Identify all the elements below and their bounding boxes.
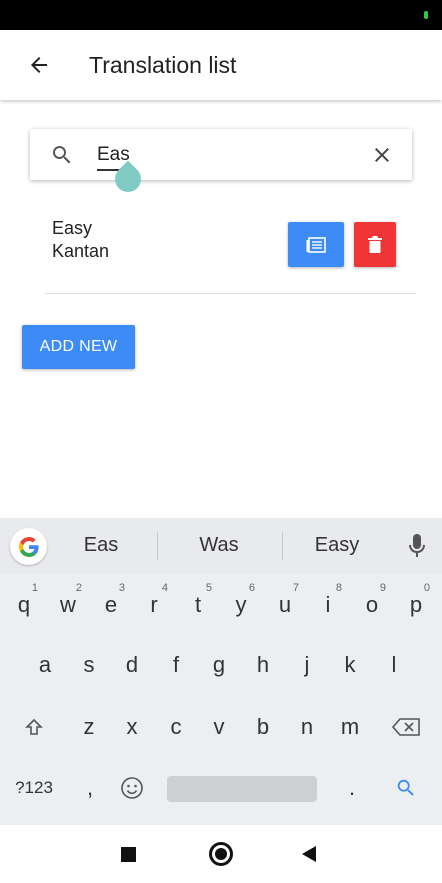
key-hint: 0 bbox=[423, 582, 430, 594]
item-source-text: Easy bbox=[52, 218, 93, 238]
key-g[interactable]: g bbox=[199, 640, 239, 690]
key-k[interactable]: k bbox=[330, 640, 370, 690]
key-i[interactable]: i8 bbox=[308, 580, 348, 630]
key-label: y bbox=[235, 592, 247, 617]
search-action-key[interactable] bbox=[386, 763, 426, 813]
key-x[interactable]: x bbox=[112, 702, 152, 752]
backspace-key[interactable] bbox=[386, 702, 426, 752]
page-title: Translation list bbox=[89, 52, 237, 78]
key-label: t bbox=[194, 592, 202, 617]
key-label: i bbox=[325, 592, 331, 617]
key-w[interactable]: w2 bbox=[48, 580, 88, 630]
key-label: e bbox=[104, 592, 118, 617]
edit-list-icon bbox=[306, 236, 326, 253]
suggestion-2[interactable]: Was bbox=[180, 534, 258, 557]
main-content: Easy Kantan ADD NEW bbox=[0, 100, 442, 518]
space-key[interactable] bbox=[167, 776, 317, 802]
home-button[interactable] bbox=[209, 842, 233, 866]
key-hint: 4 bbox=[161, 582, 168, 594]
key-hint: 2 bbox=[75, 582, 82, 594]
google-icon[interactable] bbox=[10, 528, 47, 565]
key-s[interactable]: s bbox=[69, 640, 109, 690]
key-row-2: a s d f g h j k l bbox=[0, 640, 442, 690]
key-h[interactable]: h bbox=[243, 640, 283, 690]
key-f[interactable]: f bbox=[156, 640, 196, 690]
soft-keyboard: Eas Was Easy q1 w2 e3 r4 t5 y6 u7 i8 o9 … bbox=[0, 518, 442, 825]
key-hint: 9 bbox=[379, 582, 386, 594]
key-label: u bbox=[278, 592, 292, 617]
trash-icon bbox=[368, 236, 382, 253]
emoji-key[interactable] bbox=[112, 763, 152, 813]
search-input[interactable] bbox=[97, 138, 357, 172]
key-hint: 1 bbox=[31, 582, 38, 594]
key-m[interactable]: m bbox=[330, 702, 370, 752]
edit-button[interactable] bbox=[288, 222, 344, 267]
key-e[interactable]: e3 bbox=[91, 580, 131, 630]
key-hint: 3 bbox=[118, 582, 125, 594]
search-bar bbox=[30, 129, 412, 198]
key-row-1: q1 w2 e3 r4 t5 y6 u7 i8 o9 p0 bbox=[0, 580, 442, 630]
emoji-icon bbox=[121, 777, 143, 799]
suggestion-3[interactable]: Easy bbox=[298, 534, 376, 557]
nav-back-button[interactable] bbox=[302, 846, 316, 862]
delete-button[interactable] bbox=[354, 222, 396, 267]
item-target-text: Kantan bbox=[52, 241, 110, 261]
google-g-icon bbox=[18, 536, 39, 557]
key-l[interactable]: l bbox=[374, 640, 414, 690]
key-r[interactable]: r4 bbox=[134, 580, 174, 630]
key-label: r bbox=[150, 592, 158, 617]
app-bar: Translation list bbox=[0, 30, 442, 100]
key-hint: 8 bbox=[335, 582, 342, 594]
backspace-icon bbox=[391, 718, 420, 736]
key-z[interactable]: z bbox=[69, 702, 109, 752]
search-icon bbox=[53, 146, 71, 164]
key-v[interactable]: v bbox=[199, 702, 239, 752]
comma-key[interactable]: , bbox=[70, 763, 110, 813]
add-new-button[interactable]: ADD NEW bbox=[22, 325, 135, 369]
key-hint: 5 bbox=[205, 582, 212, 594]
key-label: q bbox=[17, 592, 31, 617]
shift-icon bbox=[25, 718, 43, 735]
period-key[interactable]: . bbox=[332, 763, 372, 813]
key-j[interactable]: j bbox=[287, 640, 327, 690]
key-b[interactable]: b bbox=[243, 702, 283, 752]
key-hint: 6 bbox=[248, 582, 255, 594]
suggestion-divider bbox=[157, 532, 158, 560]
status-bar bbox=[0, 0, 442, 30]
list-item: Easy Kantan bbox=[45, 208, 416, 294]
symbols-key[interactable]: ?123 bbox=[8, 763, 60, 813]
battery-icon bbox=[424, 11, 428, 19]
key-n[interactable]: n bbox=[287, 702, 327, 752]
back-button[interactable] bbox=[22, 50, 56, 80]
system-nav-bar bbox=[0, 825, 442, 883]
key-label: o bbox=[365, 592, 379, 617]
key-d[interactable]: d bbox=[112, 640, 152, 690]
suggestion-divider bbox=[282, 532, 283, 560]
recents-button[interactable] bbox=[121, 847, 136, 862]
key-u[interactable]: u7 bbox=[265, 580, 305, 630]
key-label: w bbox=[60, 592, 76, 617]
key-row-3: z x c v b n m bbox=[0, 702, 442, 752]
arrow-back-icon bbox=[31, 57, 47, 73]
key-y[interactable]: y6 bbox=[221, 580, 261, 630]
key-c[interactable]: c bbox=[156, 702, 196, 752]
key-a[interactable]: a bbox=[25, 640, 65, 690]
microphone-icon[interactable] bbox=[407, 533, 427, 559]
key-label: p bbox=[409, 592, 423, 617]
key-t[interactable]: t5 bbox=[178, 580, 218, 630]
key-q[interactable]: q1 bbox=[4, 580, 44, 630]
suggestion-bar: Eas Was Easy bbox=[0, 518, 442, 574]
key-hint: 7 bbox=[292, 582, 299, 594]
suggestion-1[interactable]: Eas bbox=[62, 534, 140, 557]
search-icon bbox=[397, 779, 414, 796]
shift-key[interactable] bbox=[14, 702, 54, 752]
key-p[interactable]: p0 bbox=[396, 580, 436, 630]
key-o[interactable]: o9 bbox=[352, 580, 392, 630]
clear-icon[interactable] bbox=[370, 143, 394, 167]
